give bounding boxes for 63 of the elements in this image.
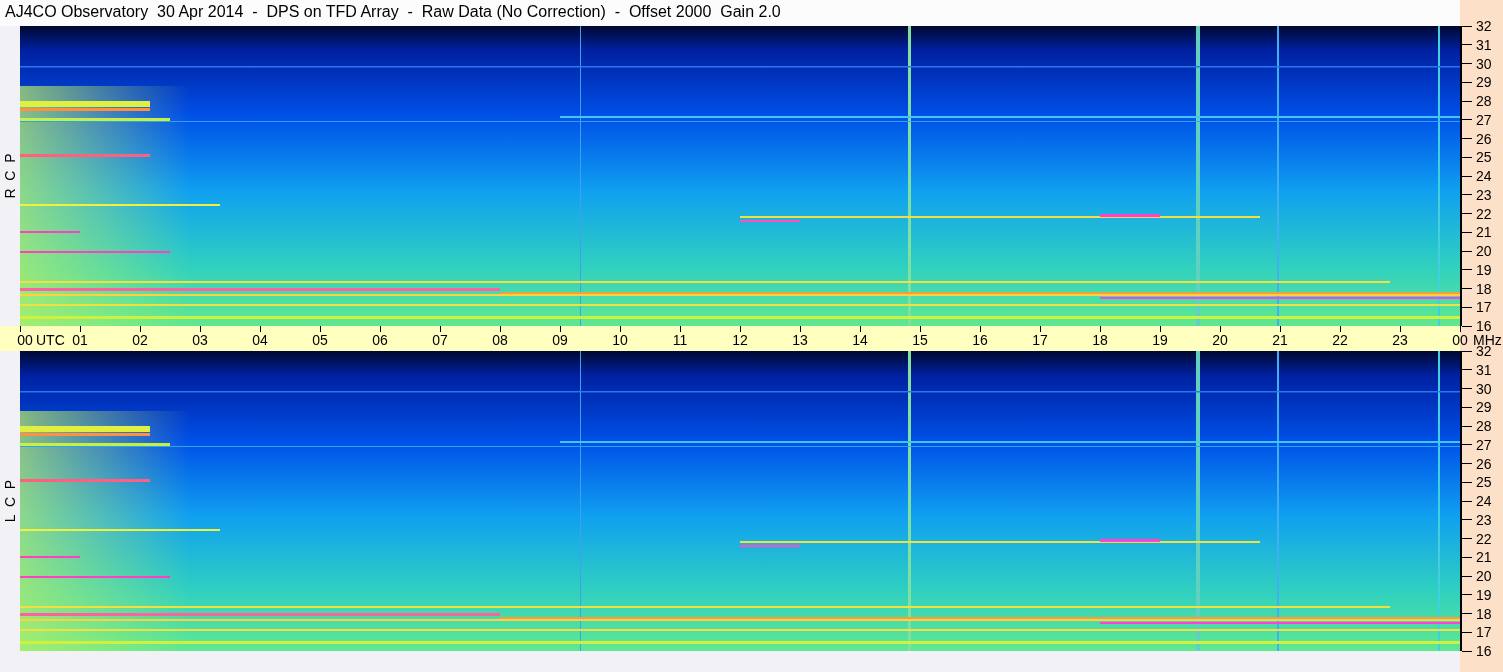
polarization-label: L C P [2,479,18,523]
frequency-label: 24 [1476,168,1492,184]
time-label: 17 [1032,332,1048,348]
frequency-label: 17 [1476,299,1492,316]
frequency-label: 18 [1476,280,1492,297]
time-label: 07 [432,332,448,348]
frequency-label: 20 [1476,568,1492,584]
frequency-label: 21 [1476,224,1492,241]
frequency-label: 27 [1476,111,1492,128]
frequency-label: 26 [1476,455,1492,472]
frequency-label: 23 [1476,186,1492,203]
frequency-label: 31 [1476,361,1492,378]
time-label: 05 [312,332,328,348]
frequency-label: 27 [1476,436,1492,453]
time-label: 19 [1152,332,1168,348]
time-label: 15 [912,332,928,348]
time-label: 23 [1392,332,1408,348]
time-label: 00 [1452,332,1468,348]
frequency-label: 25 [1476,149,1492,166]
frequency-label: 19 [1476,586,1492,603]
chart-title: AJ4CO Observatory 30 Apr 2014 - DPS on TFD Array - Raw Data (No Correction) - Offset 2000 Gain 2.0 [0,0,1460,26]
time-label: 01 [72,332,88,348]
frequency-label: 29 [1476,74,1492,91]
time-label: 06 [372,332,388,348]
frequency-label: 19 [1476,261,1492,278]
time-label: 11 [672,332,688,348]
frequency-label: 32 [1476,18,1492,34]
frequency-label: 26 [1476,130,1492,147]
frequency-label: 28 [1476,93,1492,109]
frequency-label: 23 [1476,511,1492,528]
time-label: 20 [1212,332,1228,348]
time-label: 08 [492,332,508,348]
frequency-label: 16 [1476,643,1492,659]
time-label: 10 [612,332,628,348]
frequency-label: 24 [1476,493,1492,509]
polarization-label: R C P [2,153,18,199]
frequency-label: 22 [1476,530,1492,547]
frequency-label: 25 [1476,474,1492,491]
frequency-label: 30 [1476,55,1492,72]
frequency-label: 16 [1476,318,1492,334]
time-label: 21 [1272,332,1288,348]
frequency-label: 28 [1476,418,1492,434]
frequency-label: 21 [1476,549,1492,566]
frequency-label: 20 [1476,243,1492,259]
unit-label: UTC [36,332,65,348]
time-label: 03 [192,332,208,348]
frequency-label: 17 [1476,624,1492,641]
frequency-label: 30 [1476,380,1492,397]
frequency-label: 18 [1476,605,1492,622]
time-label: 04 [252,332,268,348]
time-label: 12 [732,332,748,348]
time-label: 00 [17,332,33,348]
time-label: 13 [792,332,808,348]
frequency-label: 22 [1476,205,1492,222]
time-label: 22 [1332,332,1348,348]
time-label: 18 [1092,332,1108,348]
time-label: 16 [972,332,988,348]
time-label: 14 [852,332,868,348]
frequency-label: 31 [1476,36,1492,53]
tick-mark [1462,650,1472,652]
time-label: 09 [552,332,568,348]
time-label: 02 [132,332,148,348]
frequency-label: 29 [1476,399,1492,416]
